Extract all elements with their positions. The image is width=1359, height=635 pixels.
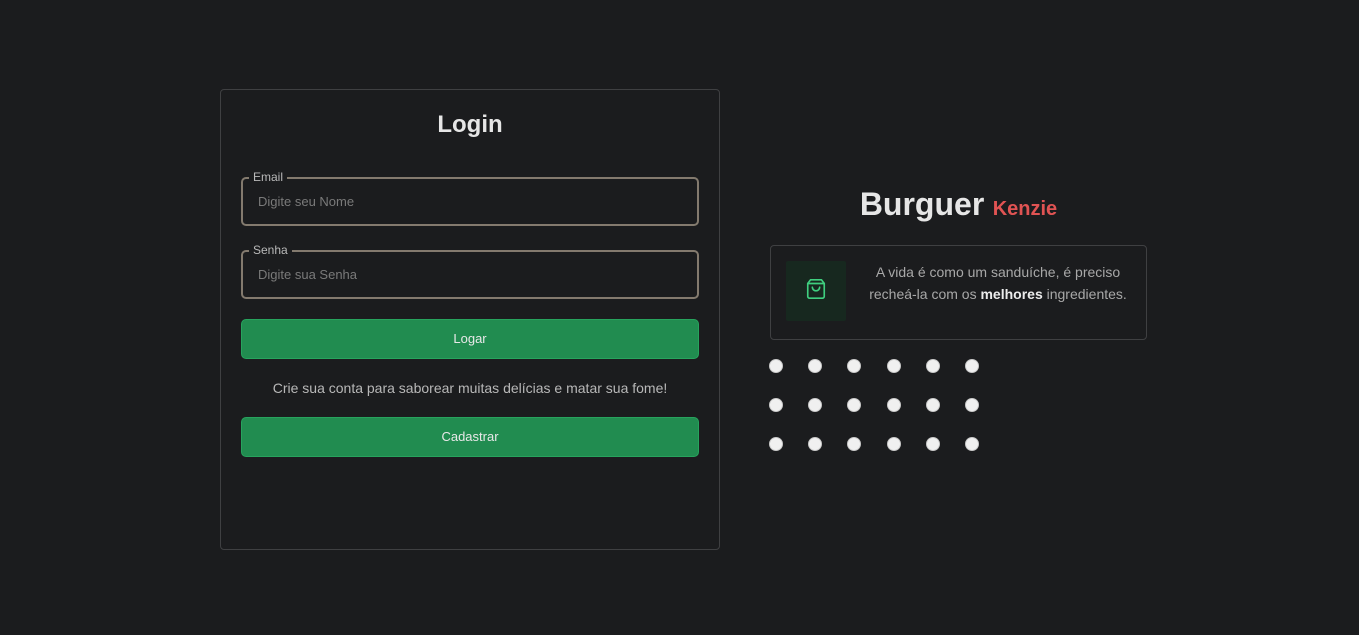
- decorative-dot: [886, 437, 901, 451]
- login-card: Login Email Senha Logar Crie sua conta p…: [220, 89, 720, 550]
- decorative-dots: [769, 359, 981, 459]
- password-field: Senha: [241, 243, 699, 299]
- login-title: Login: [437, 111, 503, 138]
- bag-icon-box: [786, 261, 846, 321]
- brand-suffix: Kenzie: [992, 198, 1058, 220]
- login-button[interactable]: Logar: [241, 319, 699, 359]
- signup-button[interactable]: Cadastrar: [241, 417, 699, 457]
- brand-name: Burguer: [859, 186, 985, 222]
- decorative-dot: [886, 359, 901, 373]
- decorative-dot: [847, 398, 862, 412]
- decorative-dot: [808, 437, 823, 451]
- decorative-dot: [808, 398, 823, 412]
- password-input[interactable]: [243, 252, 697, 297]
- decorative-dot: [964, 398, 979, 412]
- email-field: Email: [241, 170, 699, 226]
- decorative-dot: [847, 437, 862, 451]
- decorative-dot: [925, 437, 940, 451]
- decorative-dot: [886, 398, 901, 412]
- info-text: A vida é como um sanduíche, é preciso re…: [863, 261, 1133, 305]
- brand-logo: Burguer Kenzie: [770, 186, 1147, 223]
- decorative-dot: [964, 437, 979, 451]
- info-text-bold: melhores: [980, 286, 1043, 302]
- signup-text: Crie sua conta para saborear muitas delí…: [272, 380, 668, 396]
- decorative-dot: [925, 359, 940, 373]
- decorative-dot: [964, 359, 979, 373]
- decorative-dot: [847, 359, 862, 373]
- email-input[interactable]: [243, 179, 697, 224]
- decorative-dot: [925, 398, 940, 412]
- info-text-after: ingredientes.: [1042, 286, 1127, 302]
- decorative-dot: [769, 437, 783, 451]
- decorative-dot: [769, 398, 783, 412]
- info-card: A vida é como um sanduíche, é preciso re…: [770, 245, 1147, 340]
- decorative-dot: [808, 359, 823, 373]
- shopping-bag-icon: [805, 278, 827, 305]
- decorative-dot: [769, 359, 783, 373]
